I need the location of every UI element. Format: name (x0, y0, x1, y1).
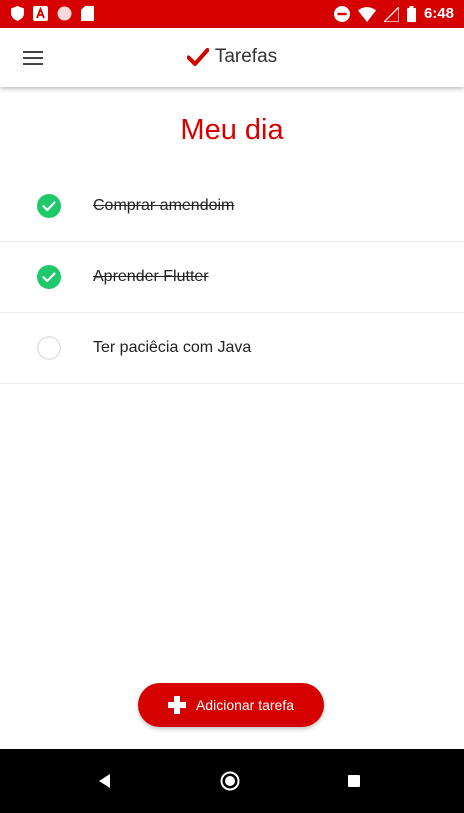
task-label: Ter paciêcia com Java (93, 339, 252, 356)
page-title: Meu dia (180, 114, 284, 146)
task-checkbox[interactable] (37, 194, 61, 218)
status-notification-icons (11, 6, 94, 21)
status-system-icons: 6:48 (333, 5, 454, 23)
app-title: Tarefas (214, 46, 278, 67)
task-checkbox[interactable] (37, 265, 61, 289)
sd-card-icon (81, 6, 94, 21)
status-bar: 6:48 (0, 0, 464, 28)
task-checkbox[interactable] (37, 336, 61, 360)
empty-circle-icon[interactable] (37, 336, 61, 360)
check-circle-icon[interactable] (37, 265, 61, 289)
app-title-group: Tarefas (0, 45, 464, 69)
check-circle-icon[interactable] (37, 194, 61, 218)
plus-icon (167, 696, 186, 714)
task-label: Aprender Flutter (93, 268, 209, 285)
task-item[interactable]: Aprender Flutter (0, 242, 464, 313)
wifi-icon (357, 6, 376, 22)
recents-icon[interactable] (348, 775, 360, 787)
record-dot-icon (57, 6, 72, 21)
home-icon[interactable] (220, 771, 240, 791)
task-list: Comprar amendoim Aprender Flutter Ter pa… (0, 171, 464, 384)
task-label: Comprar amendoim (93, 197, 235, 214)
status-time: 6:48 (423, 5, 454, 22)
do-not-disturb-icon (333, 6, 350, 22)
system-navigation-bar (0, 749, 464, 813)
shield-icon (11, 6, 24, 21)
add-task-label: Adicionar tarefa (195, 697, 295, 713)
main-content: Meu dia Comprar amendoim Aprender Flutte… (0, 87, 464, 749)
signal-icon (383, 6, 399, 22)
task-item[interactable]: Ter paciêcia com Java (0, 313, 464, 384)
checkmark-icon (186, 48, 209, 66)
add-task-button[interactable]: Adicionar tarefa (138, 683, 324, 727)
back-icon[interactable] (98, 774, 112, 788)
font-a-icon (33, 6, 48, 21)
task-item[interactable]: Comprar amendoim (0, 171, 464, 242)
battery-icon (406, 6, 416, 22)
app-bar: Tarefas (0, 28, 464, 87)
